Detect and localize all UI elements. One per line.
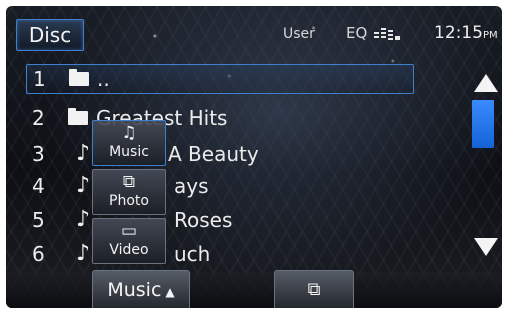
user-profile-label[interactable]: User [283,26,315,42]
media-type-label: Music [107,279,162,301]
window-switch-icon: ⧉ [307,279,321,300]
video-icon: ▭ [120,221,138,241]
list-item[interactable]: 6 ♪ uch [26,240,412,268]
filter-video-button[interactable]: ▭ Video [92,218,166,264]
list-item[interactable]: 3 ♪ A Beauty [26,140,412,168]
list-item-label: A Beauty [168,142,259,166]
list-item[interactable]: 2 Greatest Hits [26,104,412,132]
music-note-icon: ♪ [76,241,91,266]
list-item[interactable]: 4 ♪ ays [26,172,412,200]
clock: 12:15PM [434,23,498,43]
track-number: 6 [32,242,45,266]
track-number: 4 [32,174,45,198]
music-note-icon: ♫ [121,123,137,143]
list-item[interactable]: 1 .. [26,64,414,94]
eq-label[interactable]: EQ [346,24,367,42]
track-number: 1 [33,67,46,91]
clock-period: PM [483,30,498,41]
folder-icon [68,108,88,125]
media-type-button[interactable]: Music ▲ [92,270,190,308]
scroll-up-arrow-icon[interactable] [474,74,498,92]
photo-icon: ⧉ [122,172,136,192]
music-note-icon: ♪ [76,141,91,166]
track-number: 3 [32,142,45,166]
folder-icon [69,69,89,86]
list-item-label: ays [174,174,209,198]
music-note-icon: ♪ [76,207,91,232]
track-number: 5 [32,208,45,232]
disc-media-screen: Disc User EQ 12:15PM 1 .. 2 Greatest Hit… [6,6,502,308]
filter-label: Music [109,144,149,160]
source-button[interactable]: Disc [16,19,84,51]
filter-music-button[interactable]: ♫ Music [92,120,166,166]
chevron-up-icon: ▲ [165,285,175,299]
track-number: 2 [32,106,45,130]
list-item[interactable]: 5 ♪ Roses [26,206,412,234]
equalizer-icon[interactable] [374,26,400,40]
bottom-bar [6,272,502,308]
filter-photo-button[interactable]: ⧉ Photo [92,169,166,215]
list-item-label: Roses [174,208,233,232]
music-note-icon: ♪ [76,173,91,198]
list-item-label: uch [174,242,211,266]
filter-label: Video [109,242,149,258]
scrollbar-thumb[interactable] [472,100,494,148]
list-item-label: .. [97,67,110,91]
clock-time: 12:15 [434,23,483,43]
window-switch-button[interactable]: ⧉ [274,270,354,308]
filter-label: Photo [109,193,149,209]
scroll-down-arrow-icon[interactable] [474,238,498,256]
